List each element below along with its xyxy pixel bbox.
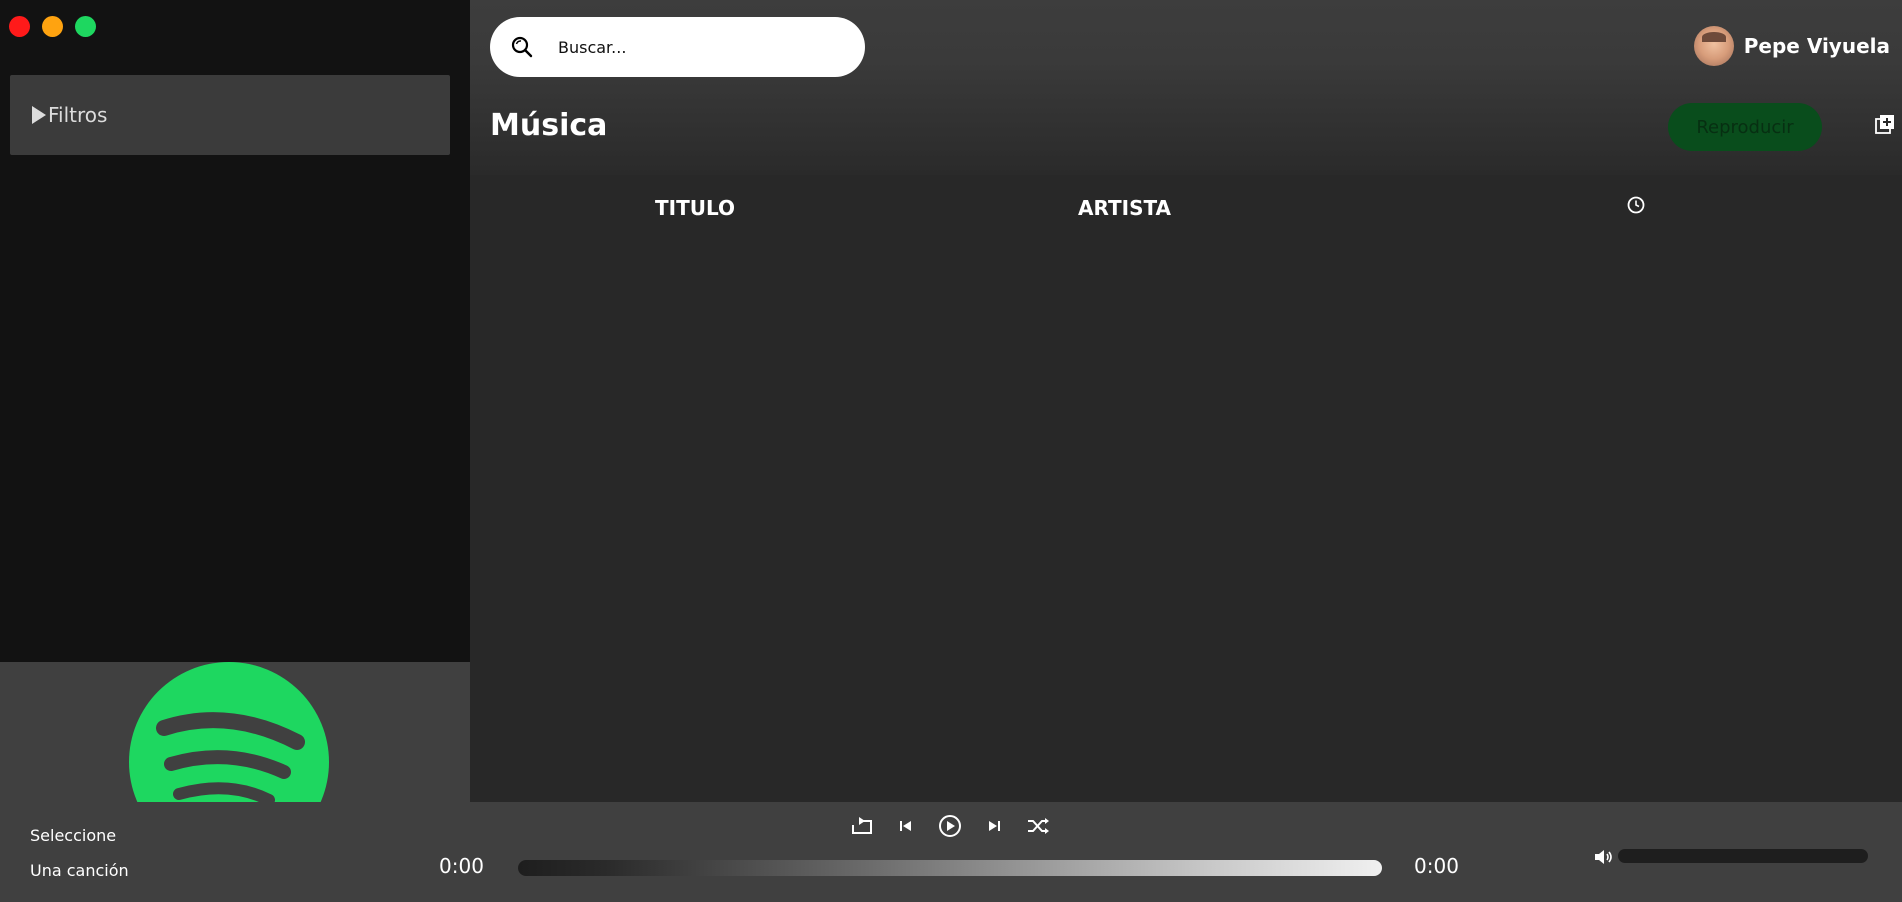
search-icon [511, 36, 533, 58]
clock-icon[interactable] [1626, 195, 1646, 215]
column-title[interactable]: TITULO [655, 196, 735, 220]
search-input[interactable] [556, 36, 840, 58]
filters-toggle[interactable]: Filtros [10, 75, 450, 155]
page-title: Música [490, 108, 608, 143]
close-window-button[interactable] [9, 16, 30, 37]
repeat-icon[interactable] [849, 813, 875, 839]
elapsed-time: 0:00 [439, 854, 484, 878]
next-track-icon[interactable] [981, 813, 1007, 839]
sidebar: Filtros [0, 0, 470, 662]
filters-label: Filtros [48, 103, 108, 127]
minimize-window-button[interactable] [42, 16, 63, 37]
play-icon[interactable] [937, 813, 963, 839]
triangle-right-icon [32, 106, 46, 124]
main-header: Pepe Viyuela Música Reproducir [470, 0, 1902, 175]
volume-icon[interactable] [1593, 846, 1615, 868]
search-bar[interactable] [490, 17, 865, 77]
maximize-window-button[interactable] [75, 16, 96, 37]
spotify-logo-icon [129, 662, 329, 802]
user-profile[interactable]: Pepe Viyuela [1693, 26, 1890, 66]
previous-track-icon[interactable] [893, 813, 919, 839]
column-artist[interactable]: ARTISTA [1078, 196, 1171, 220]
shuffle-icon[interactable] [1025, 813, 1051, 839]
album-cover [0, 662, 470, 802]
user-name: Pepe Viyuela [1743, 34, 1890, 58]
play-all-button[interactable]: Reproducir [1668, 103, 1822, 151]
song-artist: Una canción [30, 861, 129, 880]
volume-slider[interactable] [1618, 849, 1868, 863]
total-time: 0:00 [1414, 854, 1459, 878]
window-controls [9, 16, 96, 37]
progress-bar[interactable] [518, 860, 1382, 876]
song-title: Seleccione [30, 826, 117, 845]
add-to-playlist-icon[interactable] [1874, 114, 1896, 136]
avatar [1693, 26, 1734, 66]
